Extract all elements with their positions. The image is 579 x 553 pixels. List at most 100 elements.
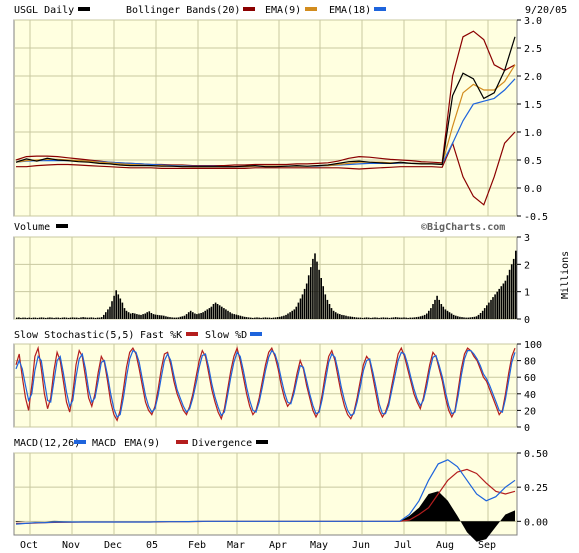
macd-ema-label: EMA(9) bbox=[124, 438, 160, 449]
volume-bar bbox=[310, 267, 312, 319]
volume-panel: Volume ©BigCharts.com 3 2 1 0 Millions bbox=[13, 221, 571, 326]
volume-bar bbox=[268, 317, 271, 319]
volume-bar bbox=[243, 316, 246, 319]
volume-bar bbox=[32, 317, 35, 319]
volume-bar bbox=[82, 317, 84, 319]
volume-bar bbox=[231, 313, 233, 319]
volume-bar bbox=[53, 317, 55, 319]
volume-bar bbox=[502, 283, 505, 319]
volume-bar bbox=[359, 317, 362, 319]
volume-bar bbox=[465, 317, 467, 319]
volume-bar bbox=[148, 311, 151, 319]
bollinger-legend-icon bbox=[243, 7, 255, 11]
divergence-label: Divergence bbox=[192, 438, 252, 449]
ema9-label: EMA(9) bbox=[265, 5, 301, 16]
volume-bar bbox=[206, 309, 209, 319]
volume-bar bbox=[55, 317, 57, 319]
volume-bar bbox=[198, 313, 200, 319]
ytick-label: 3.0 bbox=[524, 16, 542, 27]
volume-bar bbox=[156, 314, 159, 319]
volume-bar bbox=[270, 317, 273, 319]
x-month-label: Aug bbox=[436, 540, 454, 551]
x-month-label: Mar bbox=[227, 540, 245, 551]
ema18-label: EMA(18) bbox=[329, 5, 371, 16]
volume-bar bbox=[84, 317, 86, 319]
volume-bar bbox=[71, 317, 74, 319]
volume-bar bbox=[74, 317, 76, 319]
volume-bar bbox=[105, 312, 107, 319]
volume-bar bbox=[407, 317, 409, 319]
volume-bar bbox=[237, 315, 240, 319]
volume-bar bbox=[225, 309, 227, 319]
ytick-label: -0.5 bbox=[524, 212, 548, 223]
volume-bar bbox=[61, 317, 64, 319]
volume-bar bbox=[467, 317, 469, 319]
volume-bar bbox=[403, 317, 405, 319]
volume-bar bbox=[450, 313, 453, 319]
volume-bar bbox=[394, 317, 397, 319]
volume-bar bbox=[154, 314, 157, 319]
volume-bar bbox=[370, 317, 372, 319]
volume-bar bbox=[506, 275, 509, 319]
volume-bar bbox=[345, 315, 347, 319]
volume-bar bbox=[426, 313, 428, 319]
ytick-label: 80 bbox=[524, 357, 536, 368]
price-plot-area bbox=[13, 19, 518, 217]
volume-bar bbox=[291, 310, 293, 319]
volume-bar bbox=[262, 317, 264, 319]
volume-bar bbox=[436, 295, 438, 319]
volume-bar bbox=[498, 288, 500, 319]
volume-bar bbox=[471, 317, 474, 319]
macd-panel: MACD(12,26) MACD EMA(9) Divergence 0.50 0… bbox=[13, 438, 548, 542]
volume-bar bbox=[69, 317, 72, 319]
volume-bar bbox=[301, 294, 304, 319]
volume-bar bbox=[86, 317, 88, 319]
volume-bar bbox=[390, 317, 393, 319]
volume-bar bbox=[279, 316, 281, 319]
volume-bar bbox=[45, 317, 47, 319]
macd-plot-area bbox=[13, 452, 518, 536]
volume-bar bbox=[397, 317, 399, 319]
volume-bar bbox=[463, 317, 465, 319]
volume-bar bbox=[202, 312, 204, 319]
volume-bar bbox=[142, 314, 144, 319]
volume-bar bbox=[20, 317, 22, 319]
volume-bar bbox=[165, 316, 167, 319]
volume-bar bbox=[113, 295, 115, 319]
volume-bar bbox=[318, 269, 320, 319]
volume-bar bbox=[312, 258, 314, 319]
slowd-legend-icon bbox=[250, 332, 262, 336]
stoch-label: Slow Stochastic(5,5) bbox=[14, 330, 134, 341]
volume-bar bbox=[192, 312, 194, 319]
ytick-label: 1 bbox=[524, 288, 530, 299]
ema18-legend-icon bbox=[374, 7, 386, 11]
volume-bar bbox=[57, 317, 59, 319]
volume-bar bbox=[125, 310, 128, 319]
chart-root: USGL Daily Bollinger Bands(20) EMA(9) EM… bbox=[0, 0, 579, 553]
volume-bar bbox=[38, 317, 41, 319]
slowd-label: Slow %D bbox=[205, 330, 247, 341]
volume-bar bbox=[336, 313, 339, 319]
volume-bar bbox=[349, 316, 351, 319]
volume-bar bbox=[488, 302, 490, 319]
volume-bar bbox=[227, 310, 229, 319]
volume-bar bbox=[494, 294, 496, 319]
volume-bar bbox=[241, 316, 244, 319]
ytick-label: 1.5 bbox=[524, 100, 542, 111]
x-month-label: Dec bbox=[104, 540, 122, 551]
volume-bar bbox=[281, 316, 283, 319]
volume-bar bbox=[492, 297, 494, 319]
ytick-label: 3 bbox=[524, 233, 530, 244]
volume-bar bbox=[500, 286, 503, 319]
volume-bar bbox=[175, 317, 177, 319]
volume-bar bbox=[177, 317, 180, 319]
ytick-label: 0.00 bbox=[524, 517, 548, 528]
volume-bar bbox=[16, 317, 18, 319]
volume-bar bbox=[326, 299, 329, 319]
volume-bar bbox=[479, 313, 482, 319]
volume-bar bbox=[150, 313, 153, 319]
macd-legend-icon bbox=[74, 440, 86, 444]
ytick-label: 0 bbox=[524, 423, 530, 434]
price-panel: USGL Daily Bollinger Bands(20) EMA(9) EM… bbox=[13, 5, 567, 223]
stoch-plot-area bbox=[13, 343, 518, 428]
